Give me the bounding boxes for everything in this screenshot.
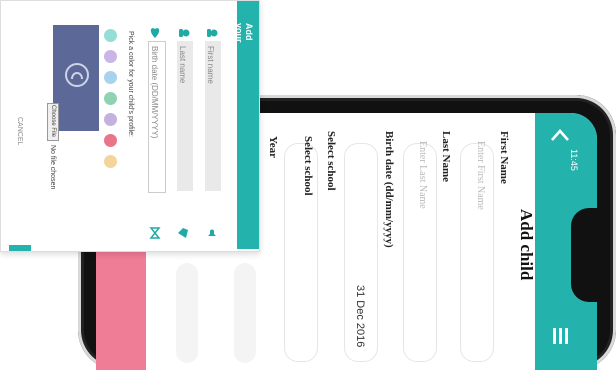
- tag-icon: [178, 228, 188, 238]
- birth-date-placeholder: Birth date (DD/MM/YYYY): [150, 46, 159, 139]
- avatar-placeholder-icon: [65, 63, 89, 87]
- last-name-label: Last Name: [440, 131, 452, 183]
- color-option[interactable]: [104, 113, 117, 126]
- person-icon: [207, 29, 218, 37]
- last-name-placeholder: Enter Last Name: [417, 141, 428, 209]
- panel-submit-button[interactable]: [9, 245, 31, 251]
- hourglass-icon: [149, 227, 161, 239]
- status-time: 11:45: [569, 149, 579, 171]
- school-select[interactable]: [234, 263, 256, 363]
- web-form-panel: Add your child First name Last name Birt…: [0, 0, 260, 252]
- heart-icon: [150, 28, 160, 38]
- first-name-label: First Name: [498, 131, 510, 184]
- choose-file-label: Choose File: [50, 105, 56, 138]
- first-name-placeholder: Enter First Name: [475, 141, 486, 210]
- phone-notch: [571, 208, 597, 302]
- panel-title: Add your child: [224, 23, 254, 45]
- last-name-placeholder: Last name: [178, 46, 187, 84]
- panel-header: Add your child: [224, 1, 259, 249]
- color-option[interactable]: [104, 71, 117, 84]
- menu-icon[interactable]: [551, 327, 569, 345]
- file-status: No file chosen: [49, 145, 56, 190]
- school-label: Select school: [325, 131, 337, 191]
- color-prompt: Pick a color for your child's profile:: [127, 31, 134, 137]
- color-option[interactable]: [104, 155, 117, 168]
- first-name-placeholder: First name: [206, 46, 215, 84]
- page-title: Add child: [517, 209, 536, 281]
- color-option[interactable]: [104, 29, 117, 42]
- person-icon: [179, 29, 190, 37]
- birth-date-value: 31 Dec 2016: [354, 285, 366, 348]
- avatar-preview: [53, 25, 99, 131]
- bell-icon: [208, 229, 216, 236]
- cancel-button[interactable]: CANCEL: [16, 117, 23, 145]
- color-option[interactable]: [104, 50, 117, 63]
- color-option[interactable]: [104, 92, 117, 105]
- back-chevron-icon[interactable]: [549, 125, 571, 147]
- color-option[interactable]: [104, 134, 117, 147]
- select-school-label: Select school: [302, 136, 314, 196]
- birth-date-label: Birth date (dd/mm/yyyy): [383, 131, 395, 248]
- year-label: Year: [267, 136, 279, 158]
- year-select[interactable]: [176, 263, 198, 363]
